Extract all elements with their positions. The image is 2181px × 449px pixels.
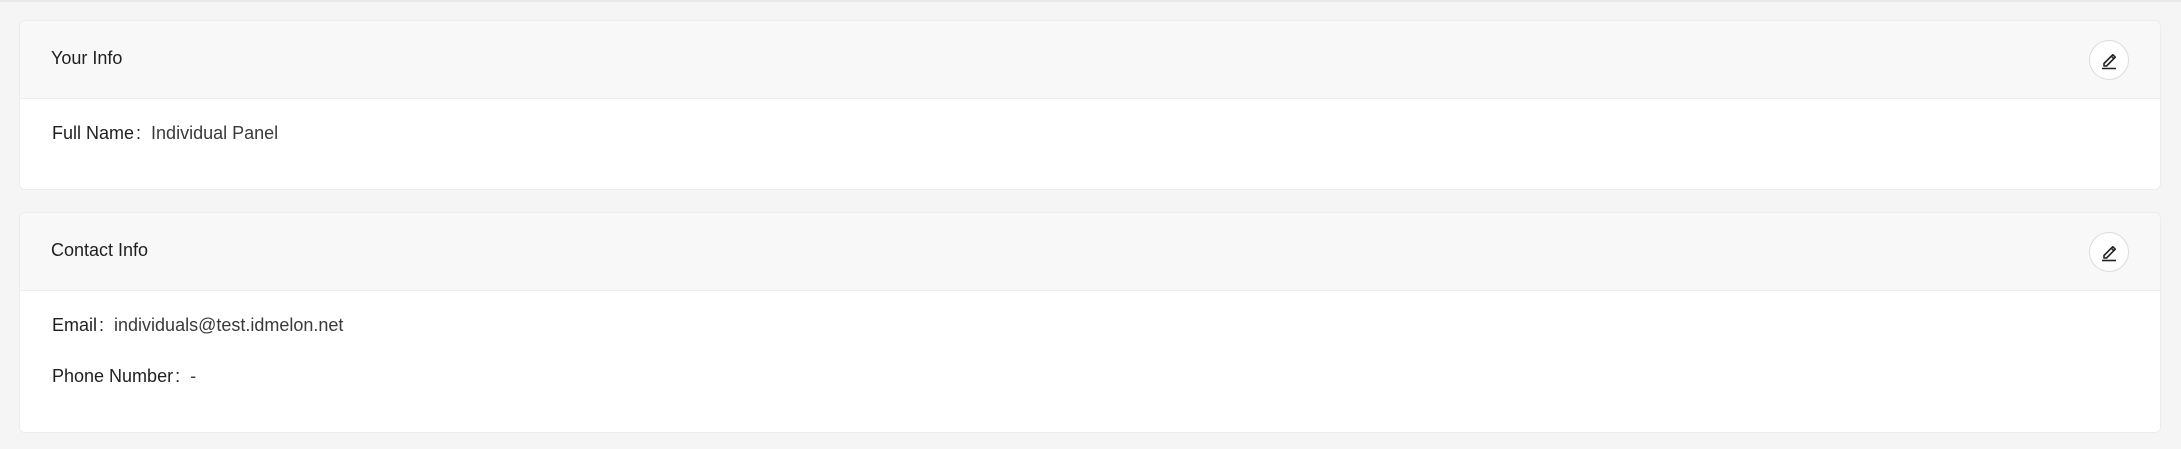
phone-number-label: Phone Number [52,366,174,386]
your-info-card: Your Info Full Name : Individual Panel [19,20,2161,190]
contact-info-title: Contact Info [51,240,149,260]
edit-your-info-button[interactable] [2089,40,2129,80]
pencil-edit-icon [2102,53,2117,70]
phone-number-field: Phone Number : - [52,366,196,387]
email-value: individuals@test.idmelon.net [114,315,344,335]
field-separator: : [175,366,181,386]
your-info-header: Your Info [20,21,2160,99]
contact-info-header: Contact Info [20,213,2160,291]
full-name-value: Individual Panel [151,123,279,143]
contact-info-card: Contact Info Email : individuals@test.id… [19,212,2161,433]
top-divider [0,0,2181,2]
field-separator: : [136,123,142,143]
full-name-field: Full Name : Individual Panel [52,123,278,144]
phone-number-value: - [190,366,197,386]
pencil-edit-icon [2102,245,2117,262]
edit-contact-info-button[interactable] [2089,232,2129,272]
field-separator: : [99,315,105,335]
full-name-label: Full Name [52,123,135,143]
email-label: Email [52,315,98,335]
email-field: Email : individuals@test.idmelon.net [52,315,343,336]
your-info-title: Your Info [51,48,123,68]
